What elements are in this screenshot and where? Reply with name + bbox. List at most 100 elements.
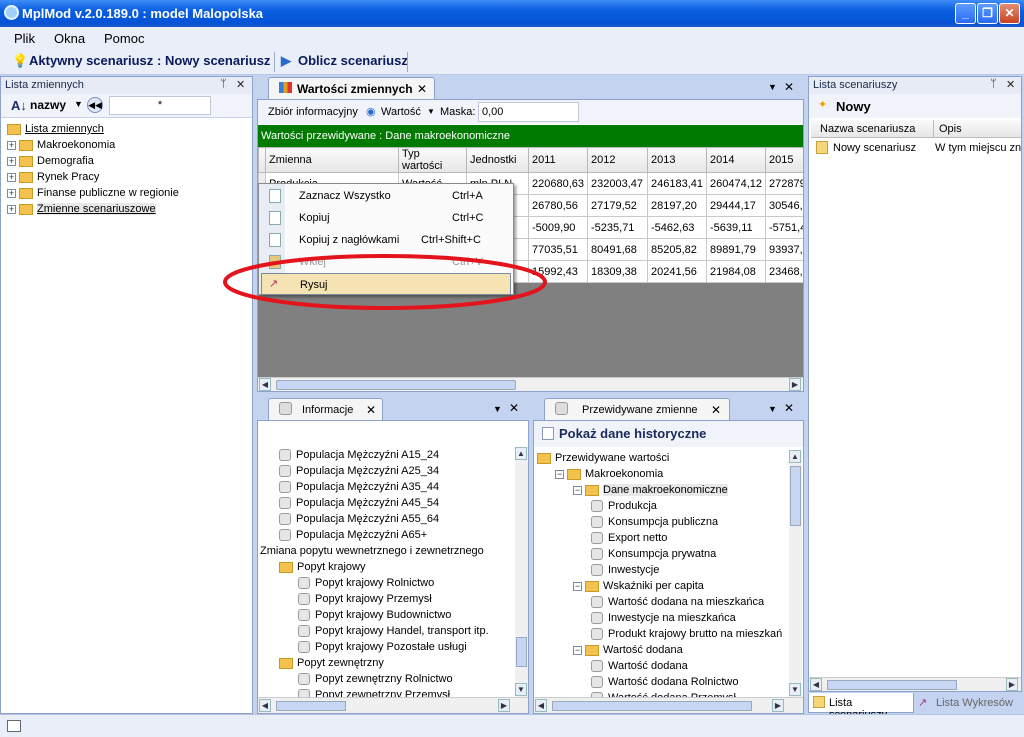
tree-item[interactable]: Popyt krajowy Handel, transport itp.: [260, 623, 512, 639]
tree-item[interactable]: Populacja Mężczyźni A15_24: [260, 447, 512, 463]
tab-forecast[interactable]: Przewidywane zmienne ✕: [544, 398, 730, 420]
collapse-icon[interactable]: −: [573, 645, 582, 655]
collapse-icon[interactable]: −: [555, 469, 564, 479]
menu-item-copy[interactable]: Kopiuj Ctrl+C: [259, 207, 513, 229]
horizontal-scrollbar[interactable]: ◀ ▶: [534, 697, 803, 713]
cell-value[interactable]: 21984,08: [706, 260, 766, 283]
close-icon[interactable]: ✕: [784, 401, 794, 415]
tree-item[interactable]: − Wskaźniki per capita: [537, 578, 787, 594]
tree-item[interactable]: Produkt krajowy brutto na mieszkań: [537, 626, 787, 642]
column-name-header[interactable]: Nazwa scenariusza: [820, 123, 915, 135]
horizontal-scrollbar[interactable]: ◀ ▶: [809, 677, 1021, 691]
scrollbar-thumb[interactable]: [790, 466, 801, 526]
close-icon[interactable]: ✕: [509, 401, 519, 415]
tree-item-rynek-pracy[interactable]: + Rynek Pracy: [7, 169, 247, 185]
menu-plik[interactable]: Plik: [14, 31, 35, 46]
column-desc-header[interactable]: Opis: [939, 123, 962, 135]
vertical-scrollbar[interactable]: ▲ ▼: [515, 447, 528, 697]
scroll-up-icon[interactable]: ▲: [789, 450, 801, 463]
tree-item[interactable]: Popyt krajowy Rolnictwo: [260, 575, 512, 591]
horizontal-scrollbar[interactable]: ◀ ▶: [258, 377, 803, 391]
tree-root[interactable]: Lista zmiennych: [7, 121, 247, 137]
collapse-icon[interactable]: −: [573, 581, 582, 591]
tree-item[interactable]: Populacja Mężczyźni A25_34: [260, 463, 512, 479]
cell-value[interactable]: 18309,38: [587, 260, 648, 283]
tree-item-demografia[interactable]: + Demografia: [7, 153, 247, 169]
tree-item[interactable]: Konsumpcja prywatna: [537, 546, 787, 562]
tree-item-makroekonomia[interactable]: + Makroekonomia: [7, 137, 247, 153]
tree-item[interactable]: Popyt krajowy Budownictwo: [260, 607, 512, 623]
scenario-row[interactable]: Nowy scenariusz W tym miejscu zna: [811, 139, 1021, 157]
column-header[interactable]: Typ wartości: [398, 147, 467, 173]
scroll-left-icon[interactable]: ◀: [259, 699, 271, 712]
column-header[interactable]: 2014: [706, 147, 766, 173]
expand-icon[interactable]: +: [7, 140, 16, 150]
new-scenario-button[interactable]: Nowy: [836, 99, 871, 114]
close-icon[interactable]: ✕: [711, 403, 721, 417]
pin-icon[interactable]: ᛘ: [220, 78, 227, 90]
scroll-up-icon[interactable]: ▲: [515, 447, 527, 460]
expand-icon[interactable]: +: [7, 172, 16, 182]
dropdown-arrow-icon[interactable]: ▼: [493, 404, 502, 414]
sort-az-icon[interactable]: A↓: [11, 98, 27, 113]
tree-item[interactable]: Popyt krajowy: [260, 559, 512, 575]
tree-item[interactable]: Populacja Mężczyźni A45_54: [260, 495, 512, 511]
cell-value[interactable]: -5639,11: [706, 216, 766, 239]
cell-value[interactable]: 246183,41: [647, 172, 707, 195]
column-header[interactable]: 2012: [587, 147, 648, 173]
maximize-button[interactable]: ❐: [977, 3, 998, 24]
cell-value[interactable]: -5009,90: [528, 216, 588, 239]
tree-item[interactable]: Popyt zewnętrzny: [260, 655, 512, 671]
cell-value[interactable]: 272879,: [765, 172, 803, 195]
tree-item[interactable]: − Makroekonomia: [537, 466, 787, 482]
tab-charts-list[interactable]: ↗ Lista Wykresów: [915, 693, 1019, 713]
tree-item[interactable]: Popyt zewnętrzny Przemysł: [260, 687, 512, 697]
tree-item[interactable]: Populacja Mężczyźni A65+: [260, 527, 512, 543]
tree-item[interactable]: Inwestycje: [537, 562, 787, 578]
cell-value[interactable]: 20241,56: [647, 260, 707, 283]
close-icon[interactable]: ✕: [366, 403, 376, 417]
scroll-left-icon[interactable]: ◀: [535, 699, 547, 712]
menu-pomoc[interactable]: Pomoc: [104, 31, 144, 46]
cell-value[interactable]: 26780,56: [528, 194, 588, 217]
cell-value[interactable]: 232003,47: [587, 172, 648, 195]
value-dropdown[interactable]: Wartość: [381, 106, 421, 118]
cell-value[interactable]: 220680,63: [528, 172, 588, 195]
cell-value[interactable]: 28197,20: [647, 194, 707, 217]
scrollbar-thumb[interactable]: [276, 701, 346, 711]
scrollbar-thumb[interactable]: [827, 680, 957, 690]
collapse-icon[interactable]: −: [573, 485, 582, 495]
tab-informacje[interactable]: Informacje ✕: [268, 398, 383, 420]
close-icon[interactable]: ✕: [784, 80, 794, 94]
cell-value[interactable]: -5235,71: [587, 216, 648, 239]
compute-scenario-button[interactable]: Oblicz scenariusz: [298, 53, 408, 71]
horizontal-scrollbar[interactable]: ◀ ▶: [258, 697, 528, 713]
tree-item[interactable]: Inwestycje na mieszkańca: [537, 610, 787, 626]
vertical-scrollbar[interactable]: ▲ ▼: [789, 450, 802, 697]
dropdown-arrow-icon[interactable]: ▼: [768, 404, 777, 414]
menu-item-copy-headers[interactable]: Kopiuj z nagłówkami Ctrl+Shift+C: [259, 229, 513, 251]
tree-item[interactable]: Export netto: [537, 530, 787, 546]
tree-item[interactable]: Wartość dodana Rolnictwo: [537, 674, 787, 690]
dropdown-arrow-icon[interactable]: ▼: [768, 82, 777, 92]
tree-item[interactable]: Wartość dodana na mieszkańca: [537, 594, 787, 610]
cell-value[interactable]: -5751,4: [765, 216, 803, 239]
cell-value[interactable]: 93937,: [765, 238, 803, 261]
tree-item[interactable]: Przewidywane wartości: [537, 450, 787, 466]
scroll-down-icon[interactable]: ▼: [515, 683, 527, 696]
chevron-down-icon[interactable]: ▼: [74, 99, 83, 109]
tree-item[interactable]: − Wartość dodana: [537, 642, 787, 658]
column-header[interactable]: 2013: [647, 147, 707, 173]
tree-item[interactable]: Populacja Mężczyźni A55_64: [260, 511, 512, 527]
rewind-icon[interactable]: ◀◀: [87, 97, 103, 113]
scroll-down-icon[interactable]: ▼: [789, 683, 801, 696]
scroll-left-icon[interactable]: ◀: [810, 678, 822, 691]
cell-value[interactable]: 30546,6: [765, 194, 803, 217]
tree-item[interactable]: Popyt zewnętrzny Rolnictwo: [260, 671, 512, 687]
chevron-down-icon[interactable]: ▼: [427, 107, 435, 116]
tree-item[interactable]: Popyt krajowy Przemysł: [260, 591, 512, 607]
dataset-dropdown[interactable]: Zbiór informacyjny: [268, 106, 358, 118]
column-header[interactable]: 2011: [528, 147, 588, 173]
tab-scenarios-list[interactable]: Lista scenariuszy: [808, 693, 914, 721]
cell-value[interactable]: 29444,17: [706, 194, 766, 217]
